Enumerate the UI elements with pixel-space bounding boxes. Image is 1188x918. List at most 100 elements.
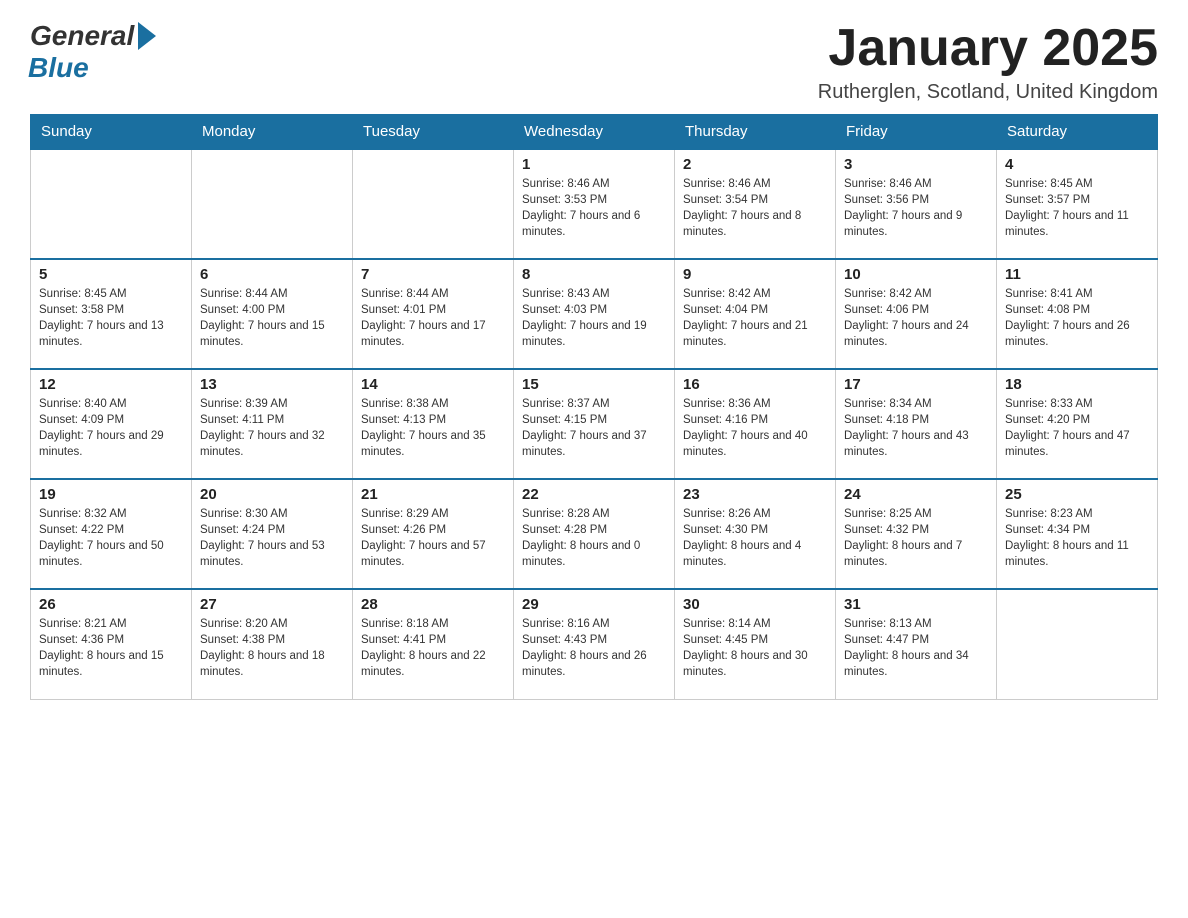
calendar-cell: 7Sunrise: 8:44 AM Sunset: 4:01 PM Daylig… xyxy=(353,259,514,369)
day-number: 10 xyxy=(844,266,988,283)
logo-general-text: General xyxy=(30,20,134,52)
month-title: January 2025 xyxy=(818,20,1158,77)
day-number: 23 xyxy=(683,486,827,503)
day-number: 30 xyxy=(683,596,827,613)
calendar-cell: 27 Sunrise: 8:20 AM Sunset: 4:38 PM Dayli… xyxy=(192,589,353,699)
logo-blue-text: Blue xyxy=(28,52,89,84)
calendar-cell: 31Sunrise: 8:13 AM Sunset: 4:47 PM Dayli… xyxy=(836,589,997,699)
calendar-cell: 19 Sunrise: 8:32 AM Sunset: 4:22 PM Dayli… xyxy=(31,479,192,589)
day-info: Sunrise: 8:18 AM Sunset: 4:41 PM Dayligh… xyxy=(361,616,505,680)
calendar-cell: 13Sunrise: 8:39 AM Sunset: 4:11 PM Dayli… xyxy=(192,369,353,479)
day-number: 9 xyxy=(683,266,827,283)
day-info: Sunrise: 8:39 AM Sunset: 4:11 PM Dayligh… xyxy=(200,396,344,460)
calendar-week-row: 12Sunrise: 8:40 AM Sunset: 4:09 PM Dayli… xyxy=(31,369,1158,479)
day-number: 6 xyxy=(200,266,344,283)
logo: General Blue xyxy=(30,20,156,84)
weekday-header: Monday xyxy=(192,115,353,150)
day-number: 8 xyxy=(522,266,666,283)
calendar-cell: 25 Sunrise: 8:23 AM Sunset: 4:34 PM Dayli… xyxy=(997,479,1158,589)
calendar-cell: 16 Sunrise: 8:36 AM Sunset: 4:16 PM Dayli… xyxy=(675,369,836,479)
day-number: 16 xyxy=(683,376,827,393)
day-number: 29 xyxy=(522,596,666,613)
day-info: Sunrise: 8:41 AM Sunset: 4:08 PM Dayligh… xyxy=(1005,286,1149,350)
day-number: 25 xyxy=(1005,486,1149,503)
day-number: 3 xyxy=(844,156,988,173)
day-number: 20 xyxy=(200,486,344,503)
calendar-header-row: SundayMondayTuesdayWednesdayThursdayFrid… xyxy=(31,115,1158,150)
day-info: Sunrise: 8:44 AM Sunset: 4:00 PM Dayligh… xyxy=(200,286,344,350)
day-info: Sunrise: 8:32 AM Sunset: 4:22 PM Dayligh… xyxy=(39,506,183,570)
day-number: 27 xyxy=(200,596,344,613)
day-info: Sunrise: 8:40 AM Sunset: 4:09 PM Dayligh… xyxy=(39,396,183,460)
logo-arrow-icon xyxy=(138,22,156,50)
calendar-cell: 22 Sunrise: 8:28 AM Sunset: 4:28 PM Dayli… xyxy=(514,479,675,589)
weekday-header: Sunday xyxy=(31,115,192,150)
day-info: Sunrise: 8:46 AM Sunset: 3:54 PM Dayligh… xyxy=(683,176,827,240)
day-info: Sunrise: 8:34 AM Sunset: 4:18 PM Dayligh… xyxy=(844,396,988,460)
day-number: 7 xyxy=(361,266,505,283)
day-info: Sunrise: 8:45 AM Sunset: 3:57 PM Dayligh… xyxy=(1005,176,1149,240)
day-info: Sunrise: 8:29 AM Sunset: 4:26 PM Dayligh… xyxy=(361,506,505,570)
day-number: 4 xyxy=(1005,156,1149,173)
day-info: Sunrise: 8:20 AM Sunset: 4:38 PM Dayligh… xyxy=(200,616,344,680)
weekday-header: Thursday xyxy=(675,115,836,150)
calendar-cell: 24 Sunrise: 8:25 AM Sunset: 4:32 PM Dayli… xyxy=(836,479,997,589)
day-info: Sunrise: 8:25 AM Sunset: 4:32 PM Dayligh… xyxy=(844,506,988,570)
calendar-cell: 2 Sunrise: 8:46 AM Sunset: 3:54 PM Daylig… xyxy=(675,149,836,259)
calendar-cell xyxy=(31,149,192,259)
day-info: Sunrise: 8:16 AM Sunset: 4:43 PM Dayligh… xyxy=(522,616,666,680)
location-text: Rutherglen, Scotland, United Kingdom xyxy=(818,81,1158,104)
day-info: Sunrise: 8:46 AM Sunset: 3:56 PM Dayligh… xyxy=(844,176,988,240)
day-number: 2 xyxy=(683,156,827,173)
day-number: 22 xyxy=(522,486,666,503)
weekday-header: Friday xyxy=(836,115,997,150)
calendar-cell xyxy=(353,149,514,259)
day-number: 11 xyxy=(1005,266,1149,283)
calendar-cell: 14 Sunrise: 8:38 AM Sunset: 4:13 PM Dayli… xyxy=(353,369,514,479)
day-number: 1 xyxy=(522,156,666,173)
day-number: 24 xyxy=(844,486,988,503)
calendar-cell: 5 Sunrise: 8:45 AM Sunset: 3:58 PM Daylig… xyxy=(31,259,192,369)
calendar-cell: 6 Sunrise: 8:44 AM Sunset: 4:00 PM Daylig… xyxy=(192,259,353,369)
day-number: 15 xyxy=(522,376,666,393)
calendar-cell: 21 Sunrise: 8:29 AM Sunset: 4:26 PM Dayli… xyxy=(353,479,514,589)
calendar-cell: 26Sunrise: 8:21 AM Sunset: 4:36 PM Dayli… xyxy=(31,589,192,699)
weekday-header: Wednesday xyxy=(514,115,675,150)
calendar-cell: 18Sunrise: 8:33 AM Sunset: 4:20 PM Dayli… xyxy=(997,369,1158,479)
day-info: Sunrise: 8:23 AM Sunset: 4:34 PM Dayligh… xyxy=(1005,506,1149,570)
day-info: Sunrise: 8:38 AM Sunset: 4:13 PM Dayligh… xyxy=(361,396,505,460)
day-info: Sunrise: 8:42 AM Sunset: 4:06 PM Dayligh… xyxy=(844,286,988,350)
day-number: 21 xyxy=(361,486,505,503)
day-info: Sunrise: 8:28 AM Sunset: 4:28 PM Dayligh… xyxy=(522,506,666,570)
day-info: Sunrise: 8:45 AM Sunset: 3:58 PM Dayligh… xyxy=(39,286,183,350)
calendar-cell: 17 Sunrise: 8:34 AM Sunset: 4:18 PM Dayli… xyxy=(836,369,997,479)
day-info: Sunrise: 8:36 AM Sunset: 4:16 PM Dayligh… xyxy=(683,396,827,460)
day-info: Sunrise: 8:26 AM Sunset: 4:30 PM Dayligh… xyxy=(683,506,827,570)
day-number: 26 xyxy=(39,596,183,613)
day-info: Sunrise: 8:43 AM Sunset: 4:03 PM Dayligh… xyxy=(522,286,666,350)
weekday-header: Tuesday xyxy=(353,115,514,150)
calendar-cell: 12Sunrise: 8:40 AM Sunset: 4:09 PM Dayli… xyxy=(31,369,192,479)
calendar-cell: 28Sunrise: 8:18 AM Sunset: 4:41 PM Dayli… xyxy=(353,589,514,699)
calendar-cell: 3 Sunrise: 8:46 AM Sunset: 3:56 PM Daylig… xyxy=(836,149,997,259)
day-number: 17 xyxy=(844,376,988,393)
calendar-cell: 29 Sunrise: 8:16 AM Sunset: 4:43 PM Dayli… xyxy=(514,589,675,699)
calendar-cell: 15 Sunrise: 8:37 AM Sunset: 4:15 PM Dayli… xyxy=(514,369,675,479)
day-info: Sunrise: 8:37 AM Sunset: 4:15 PM Dayligh… xyxy=(522,396,666,460)
day-number: 5 xyxy=(39,266,183,283)
calendar-week-row: 19 Sunrise: 8:32 AM Sunset: 4:22 PM Dayli… xyxy=(31,479,1158,589)
day-number: 19 xyxy=(39,486,183,503)
day-info: Sunrise: 8:33 AM Sunset: 4:20 PM Dayligh… xyxy=(1005,396,1149,460)
day-info: Sunrise: 8:30 AM Sunset: 4:24 PM Dayligh… xyxy=(200,506,344,570)
calendar-table: SundayMondayTuesdayWednesdayThursdayFrid… xyxy=(30,114,1158,700)
title-section: January 2025 Rutherglen, Scotland, Unite… xyxy=(818,20,1158,104)
page-header: General Blue January 2025 Rutherglen, Sc… xyxy=(30,20,1158,104)
day-info: Sunrise: 8:14 AM Sunset: 4:45 PM Dayligh… xyxy=(683,616,827,680)
calendar-cell: 20 Sunrise: 8:30 AM Sunset: 4:24 PM Dayli… xyxy=(192,479,353,589)
day-info: Sunrise: 8:42 AM Sunset: 4:04 PM Dayligh… xyxy=(683,286,827,350)
calendar-week-row: 1Sunrise: 8:46 AM Sunset: 3:53 PM Daylig… xyxy=(31,149,1158,259)
calendar-cell: 30 Sunrise: 8:14 AM Sunset: 4:45 PM Dayli… xyxy=(675,589,836,699)
calendar-cell: 1Sunrise: 8:46 AM Sunset: 3:53 PM Daylig… xyxy=(514,149,675,259)
day-number: 14 xyxy=(361,376,505,393)
calendar-cell xyxy=(997,589,1158,699)
